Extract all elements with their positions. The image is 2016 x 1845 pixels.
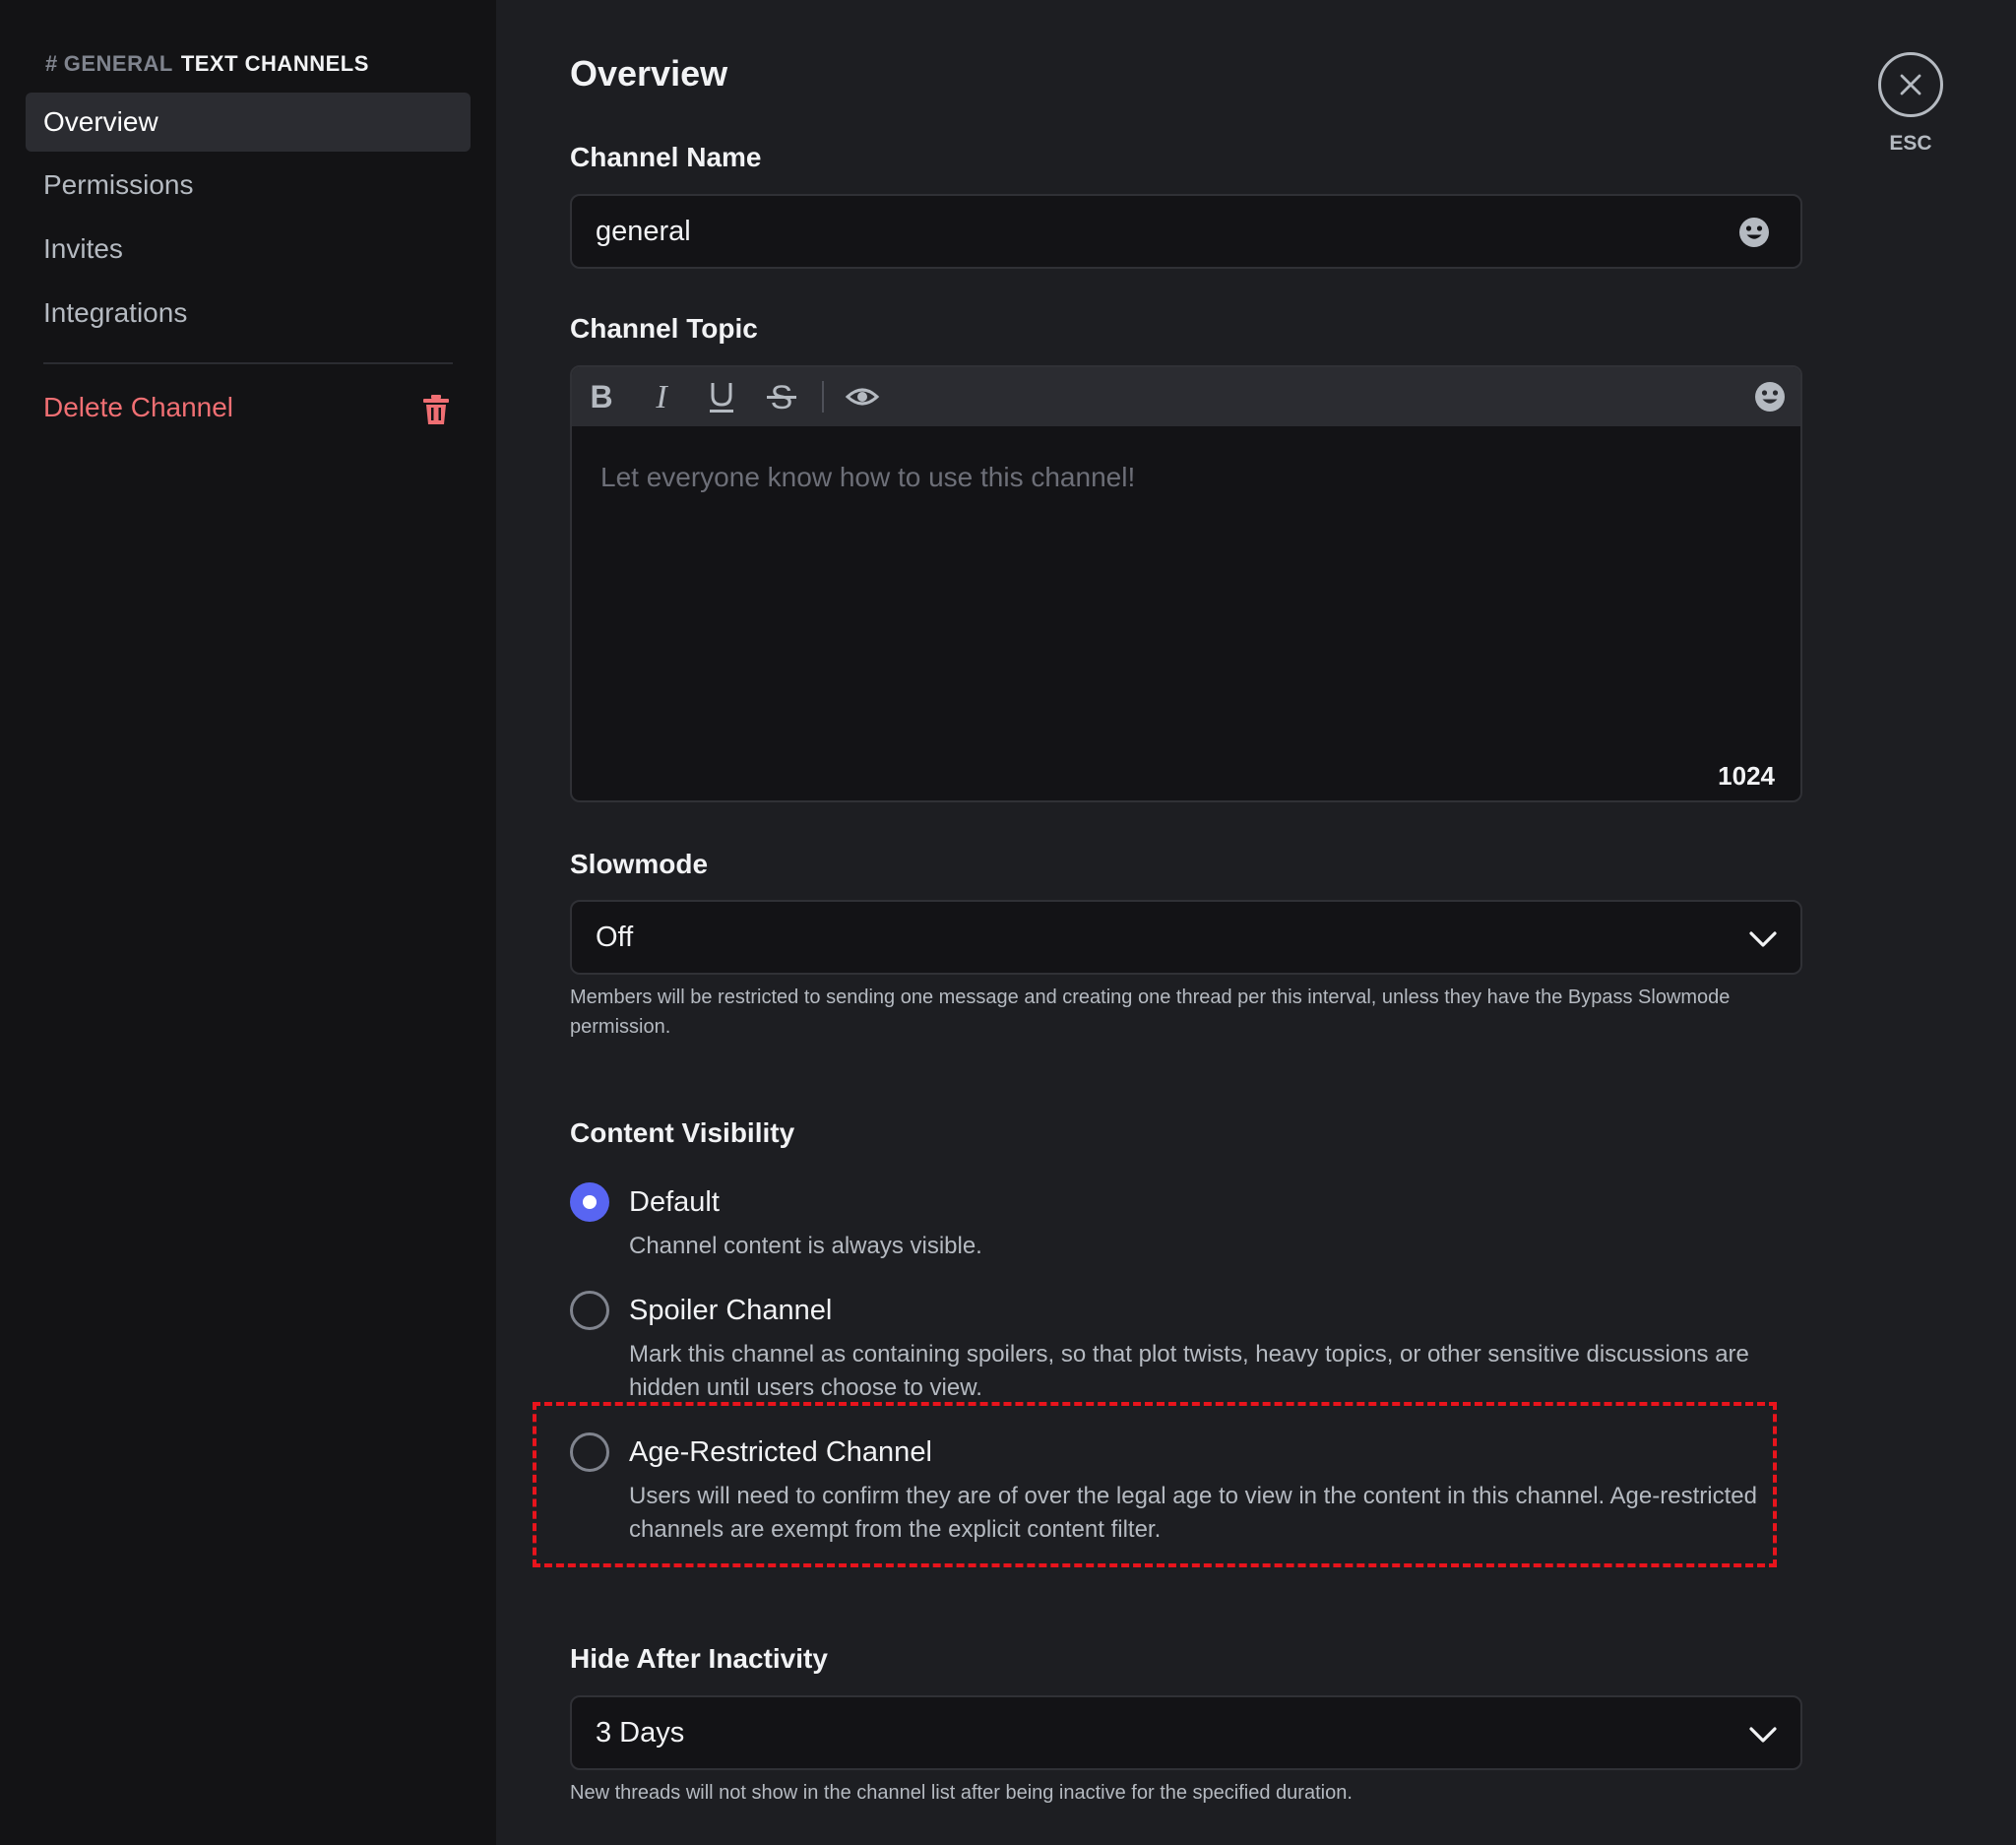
- slowmode-value: Off: [596, 922, 634, 953]
- svg-text:B: B: [590, 379, 612, 414]
- category-caption: TEXT CHANNELS: [180, 51, 369, 76]
- close-button[interactable]: [1878, 52, 1943, 117]
- channel-hash: #: [45, 51, 58, 76]
- slowmode-label: Slowmode: [570, 849, 709, 879]
- channel-name-input[interactable]: general: [570, 194, 1802, 269]
- radio-option-description: Users will need to confirm they are of o…: [629, 1483, 1757, 1543]
- radio-option-description: Mark this channel as containing spoilers…: [629, 1341, 1749, 1401]
- sidebar-item-integrations[interactable]: Integrations: [26, 284, 471, 343]
- sidebar-item-label: Integrations: [43, 297, 188, 328]
- sidebar-header: # GENERAL TEXT CHANNELS: [45, 51, 369, 77]
- channel-topic-editor[interactable]: B I S Let everyone know how to use this …: [570, 365, 1802, 802]
- hide-after-inactivity-select[interactable]: 3 Days: [570, 1695, 1802, 1770]
- channel-topic-label: Channel Topic: [570, 313, 758, 344]
- close-icon: [1900, 74, 1922, 95]
- hide-after-inactivity-help-text: New threads will not show in the channel…: [570, 1782, 1353, 1804]
- underline-icon[interactable]: [704, 379, 739, 414]
- hide-after-inactivity-label: Hide After Inactivity: [570, 1643, 828, 1674]
- sidebar-item-permissions[interactable]: Permissions: [26, 156, 471, 215]
- sidebar-item-label: Invites: [43, 233, 123, 264]
- trash-icon[interactable]: [423, 395, 449, 424]
- sidebar-divider: [43, 362, 453, 364]
- radio-option-title: Default: [629, 1186, 720, 1218]
- slowmode-select[interactable]: Off: [570, 900, 1802, 975]
- chevron-down-icon: [1749, 931, 1777, 947]
- sidebar-item-overview[interactable]: Overview: [26, 93, 471, 152]
- channel-name-label: Channel Name: [570, 142, 762, 172]
- content-visibility-label: Content Visibility: [570, 1117, 795, 1148]
- emoji-icon[interactable]: [1753, 380, 1787, 414]
- radio-option-title: Spoiler Channel: [629, 1295, 833, 1326]
- slowmode-help-text: Members will be restricted to sending on…: [570, 986, 1731, 1038]
- radio-button-checked[interactable]: [570, 1182, 609, 1222]
- channel-name-caption: GENERAL: [63, 51, 173, 76]
- delete-channel-label: Delete Channel: [43, 392, 234, 422]
- channel-name-value: general: [596, 216, 691, 247]
- sidebar-item-label: Permissions: [43, 169, 194, 200]
- radio-button[interactable]: [570, 1432, 609, 1472]
- spoiler-eye-icon[interactable]: [845, 379, 880, 414]
- channel-topic-placeholder: Let everyone know how to use this channe…: [600, 462, 1136, 492]
- settings-frame: # GENERAL TEXT CHANNELS Overview Permissio…: [0, 0, 2016, 1845]
- app-window: # GENERAL TEXT CHANNELS Overview Permissio…: [0, 0, 2016, 1845]
- esc-label: ESC: [1889, 132, 1932, 155]
- char-counter: 1024: [1718, 761, 1775, 791]
- svg-text:I: I: [655, 379, 668, 414]
- radio-button[interactable]: [570, 1291, 609, 1330]
- page-title: Overview: [570, 53, 728, 94]
- formatting-toolbar: B I S: [572, 367, 1800, 426]
- bold-icon[interactable]: B: [584, 379, 619, 414]
- sidebar-item-invites[interactable]: Invites: [26, 220, 471, 279]
- emoji-icon[interactable]: [1737, 216, 1771, 249]
- italic-icon[interactable]: I: [644, 379, 679, 414]
- sidebar-item-label: Overview: [43, 106, 158, 137]
- toolbar-separator: [822, 381, 824, 413]
- settings-sidebar: # GENERAL TEXT CHANNELS Overview Permissio…: [0, 0, 496, 1845]
- radio-option-description: Channel content is always visible.: [629, 1233, 982, 1259]
- strikethrough-icon[interactable]: S: [764, 379, 799, 414]
- delete-channel-button[interactable]: Delete Channel: [26, 378, 471, 437]
- chevron-down-icon: [1749, 1727, 1777, 1743]
- hide-after-inactivity-value: 3 Days: [596, 1717, 685, 1749]
- radio-option-title: Age-Restricted Channel: [629, 1436, 932, 1468]
